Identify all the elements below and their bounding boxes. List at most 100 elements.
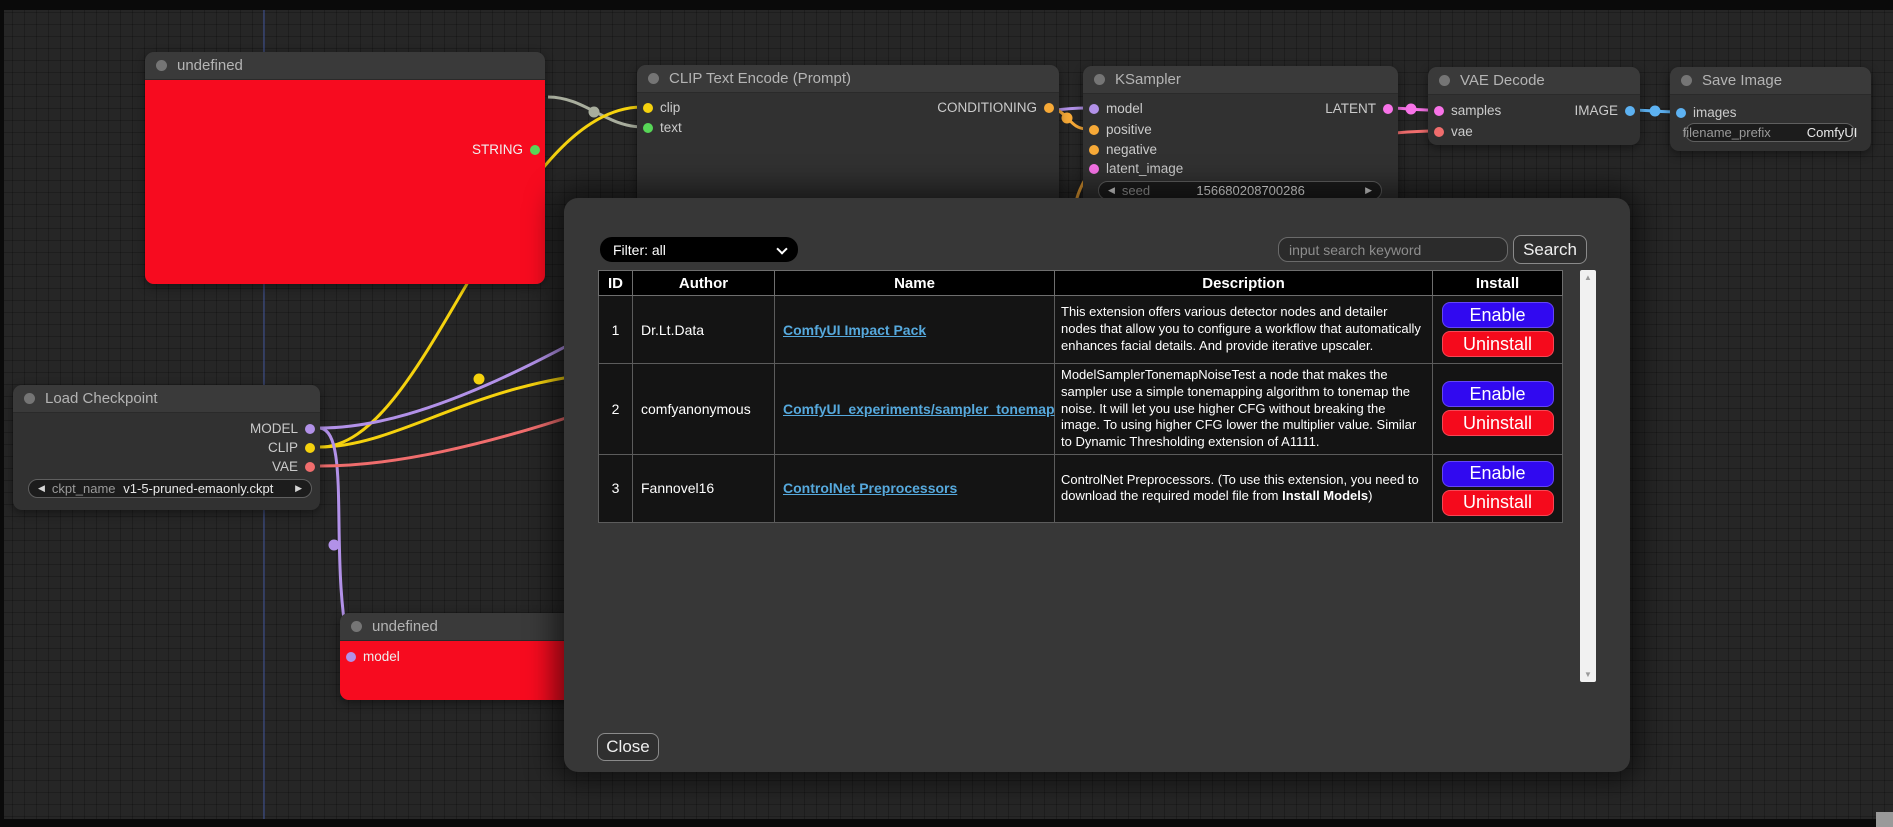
extension-link[interactable]: ComfyUI Impact Pack — [783, 322, 926, 338]
table-scrollbar[interactable]: ▲ ▼ — [1580, 270, 1596, 682]
node-title-bar[interactable]: Save Image — [1670, 67, 1871, 95]
node-undefined-top[interactable]: undefined STRING — [145, 52, 545, 284]
positive-input-dot[interactable] — [1089, 125, 1099, 135]
node-title-bar[interactable]: VAE Decode — [1428, 67, 1640, 95]
node-collapse-dot-icon[interactable] — [24, 393, 35, 404]
text-input-dot[interactable] — [643, 123, 653, 133]
header-id: ID — [599, 271, 633, 296]
wire-dot-string[interactable] — [589, 107, 600, 118]
filter-select[interactable]: Filter: all — [600, 237, 798, 262]
negative-input-dot[interactable] — [1089, 145, 1099, 155]
node-collapse-dot-icon[interactable] — [351, 621, 362, 632]
slot-label: CONDITIONING — [937, 100, 1037, 115]
images-input-dot[interactable] — [1676, 108, 1686, 118]
table-row: 1 Dr.Lt.Data ComfyUI Impact Pack This ex… — [599, 296, 1563, 364]
cell-name: ComfyUI_experiments/sampler_tonemap — [775, 364, 1055, 455]
node-collapse-dot-icon[interactable] — [156, 60, 167, 71]
widget-increment-icon[interactable]: ▶ — [1365, 185, 1372, 196]
wire-dot-latent[interactable] — [1406, 104, 1417, 115]
search-input[interactable] — [1278, 237, 1508, 262]
enable-button[interactable]: Enable — [1442, 381, 1554, 407]
widget-value[interactable]: v1-5-pruned-emaonly.ckpt — [123, 481, 287, 496]
node-undefined-bottom[interactable]: undefined model — [340, 613, 595, 700]
model-output-dot[interactable] — [305, 424, 315, 434]
scroll-down-icon[interactable]: ▼ — [1580, 670, 1596, 679]
scroll-up-icon[interactable]: ▲ — [1580, 273, 1596, 282]
cell-author: comfyanonymous — [633, 364, 775, 455]
vae-output-dot[interactable] — [305, 462, 315, 472]
node-title: undefined — [177, 57, 243, 74]
input-slot-latent-image[interactable]: latent_image — [1089, 161, 1183, 176]
wire-dot-model[interactable] — [329, 540, 340, 551]
resize-corner[interactable] — [1876, 812, 1893, 827]
cell-author: Fannovel16 — [633, 454, 775, 522]
node-title: Load Checkpoint — [45, 390, 158, 407]
input-slot-text[interactable]: text — [643, 120, 682, 135]
clip-output-dot[interactable] — [305, 443, 315, 453]
node-collapse-dot-icon[interactable] — [1094, 74, 1105, 85]
output-slot-vae[interactable]: VAE — [272, 459, 315, 474]
input-slot-clip[interactable]: clip — [643, 100, 680, 115]
node-title-bar[interactable]: KSampler — [1083, 66, 1398, 94]
input-slot-model[interactable]: model — [346, 649, 400, 664]
latent-output-dot[interactable] — [1383, 104, 1393, 114]
output-slot-image[interactable]: IMAGE — [1574, 103, 1635, 118]
node-collapse-dot-icon[interactable] — [648, 73, 659, 84]
input-slot-model[interactable]: model — [1089, 101, 1143, 116]
output-slot-latent[interactable]: LATENT — [1325, 101, 1393, 116]
slot-label: samples — [1451, 103, 1501, 118]
widget-decrement-icon[interactable]: ◀ — [1108, 185, 1115, 196]
ckpt-name-widget[interactable]: ◀ ckpt_name v1-5-pruned-emaonly.ckpt ▶ — [28, 479, 312, 498]
enable-button[interactable]: Enable — [1442, 302, 1554, 328]
image-output-dot[interactable] — [1625, 106, 1635, 116]
node-title-bar[interactable]: undefined — [340, 613, 595, 641]
conditioning-output-dot[interactable] — [1044, 103, 1054, 113]
wire-dot-conditioning[interactable] — [1062, 113, 1073, 124]
node-collapse-dot-icon[interactable] — [1681, 75, 1692, 86]
output-slot-clip[interactable]: CLIP — [268, 440, 315, 455]
window-edge-left — [0, 0, 4, 827]
string-output-dot[interactable] — [530, 145, 540, 155]
filename-prefix-widget[interactable]: filename_prefix ComfyUI — [1685, 123, 1855, 142]
model-input-dot[interactable] — [1089, 104, 1099, 114]
node-collapse-dot-icon[interactable] — [1439, 75, 1450, 86]
node-title-bar[interactable]: undefined — [145, 52, 545, 80]
input-slot-negative[interactable]: negative — [1089, 142, 1157, 157]
node-save-image[interactable]: Save Image images filename_prefix ComfyU… — [1670, 67, 1871, 151]
model-input-dot[interactable] — [346, 652, 356, 662]
wire-dot-clip[interactable] — [474, 374, 485, 385]
node-vae-decode[interactable]: VAE Decode samples vae IMAGE — [1428, 67, 1640, 145]
node-load-checkpoint[interactable]: Load Checkpoint MODEL CLIP VAE ◀ ckpt_na… — [13, 385, 320, 510]
samples-input-dot[interactable] — [1434, 106, 1444, 116]
output-slot-string[interactable]: STRING — [472, 142, 540, 157]
filter-select-wrap: Filter: all — [600, 237, 798, 262]
extension-link[interactable]: ControlNet Preprocessors — [783, 480, 957, 496]
slot-label: positive — [1106, 122, 1152, 137]
node-title-bar[interactable]: Load Checkpoint — [13, 385, 320, 413]
input-slot-samples[interactable]: samples — [1434, 103, 1501, 118]
widget-decrement-icon[interactable]: ◀ — [38, 483, 45, 494]
cell-description: ControlNet Preprocessors. (To use this e… — [1055, 454, 1433, 522]
cell-description: This extension offers various detector n… — [1055, 296, 1433, 364]
uninstall-button[interactable]: Uninstall — [1442, 410, 1554, 436]
close-button[interactable]: Close — [597, 733, 659, 761]
uninstall-button[interactable]: Uninstall — [1442, 331, 1554, 357]
node-title-bar[interactable]: CLIP Text Encode (Prompt) — [637, 65, 1059, 93]
extension-link[interactable]: ComfyUI_experiments/sampler_tonemap — [783, 401, 1055, 417]
latent-image-input-dot[interactable] — [1089, 164, 1099, 174]
input-slot-positive[interactable]: positive — [1089, 122, 1152, 137]
output-slot-model[interactable]: MODEL — [250, 421, 315, 436]
widget-value[interactable]: ComfyUI — [1807, 125, 1858, 140]
window-edge-bottom — [0, 819, 1893, 827]
search-button[interactable]: Search — [1513, 235, 1587, 264]
output-slot-conditioning[interactable]: CONDITIONING — [937, 100, 1054, 115]
enable-button[interactable]: Enable — [1442, 461, 1554, 487]
widget-increment-icon[interactable]: ▶ — [295, 483, 302, 494]
input-slot-images[interactable]: images — [1676, 105, 1737, 120]
input-slot-vae[interactable]: vae — [1434, 124, 1473, 139]
vae-input-dot[interactable] — [1434, 127, 1444, 137]
widget-value[interactable]: 156680208700286 — [1196, 183, 1318, 198]
wire-dot-image[interactable] — [1650, 106, 1661, 117]
uninstall-button[interactable]: Uninstall — [1442, 490, 1554, 516]
clip-input-dot[interactable] — [643, 103, 653, 113]
